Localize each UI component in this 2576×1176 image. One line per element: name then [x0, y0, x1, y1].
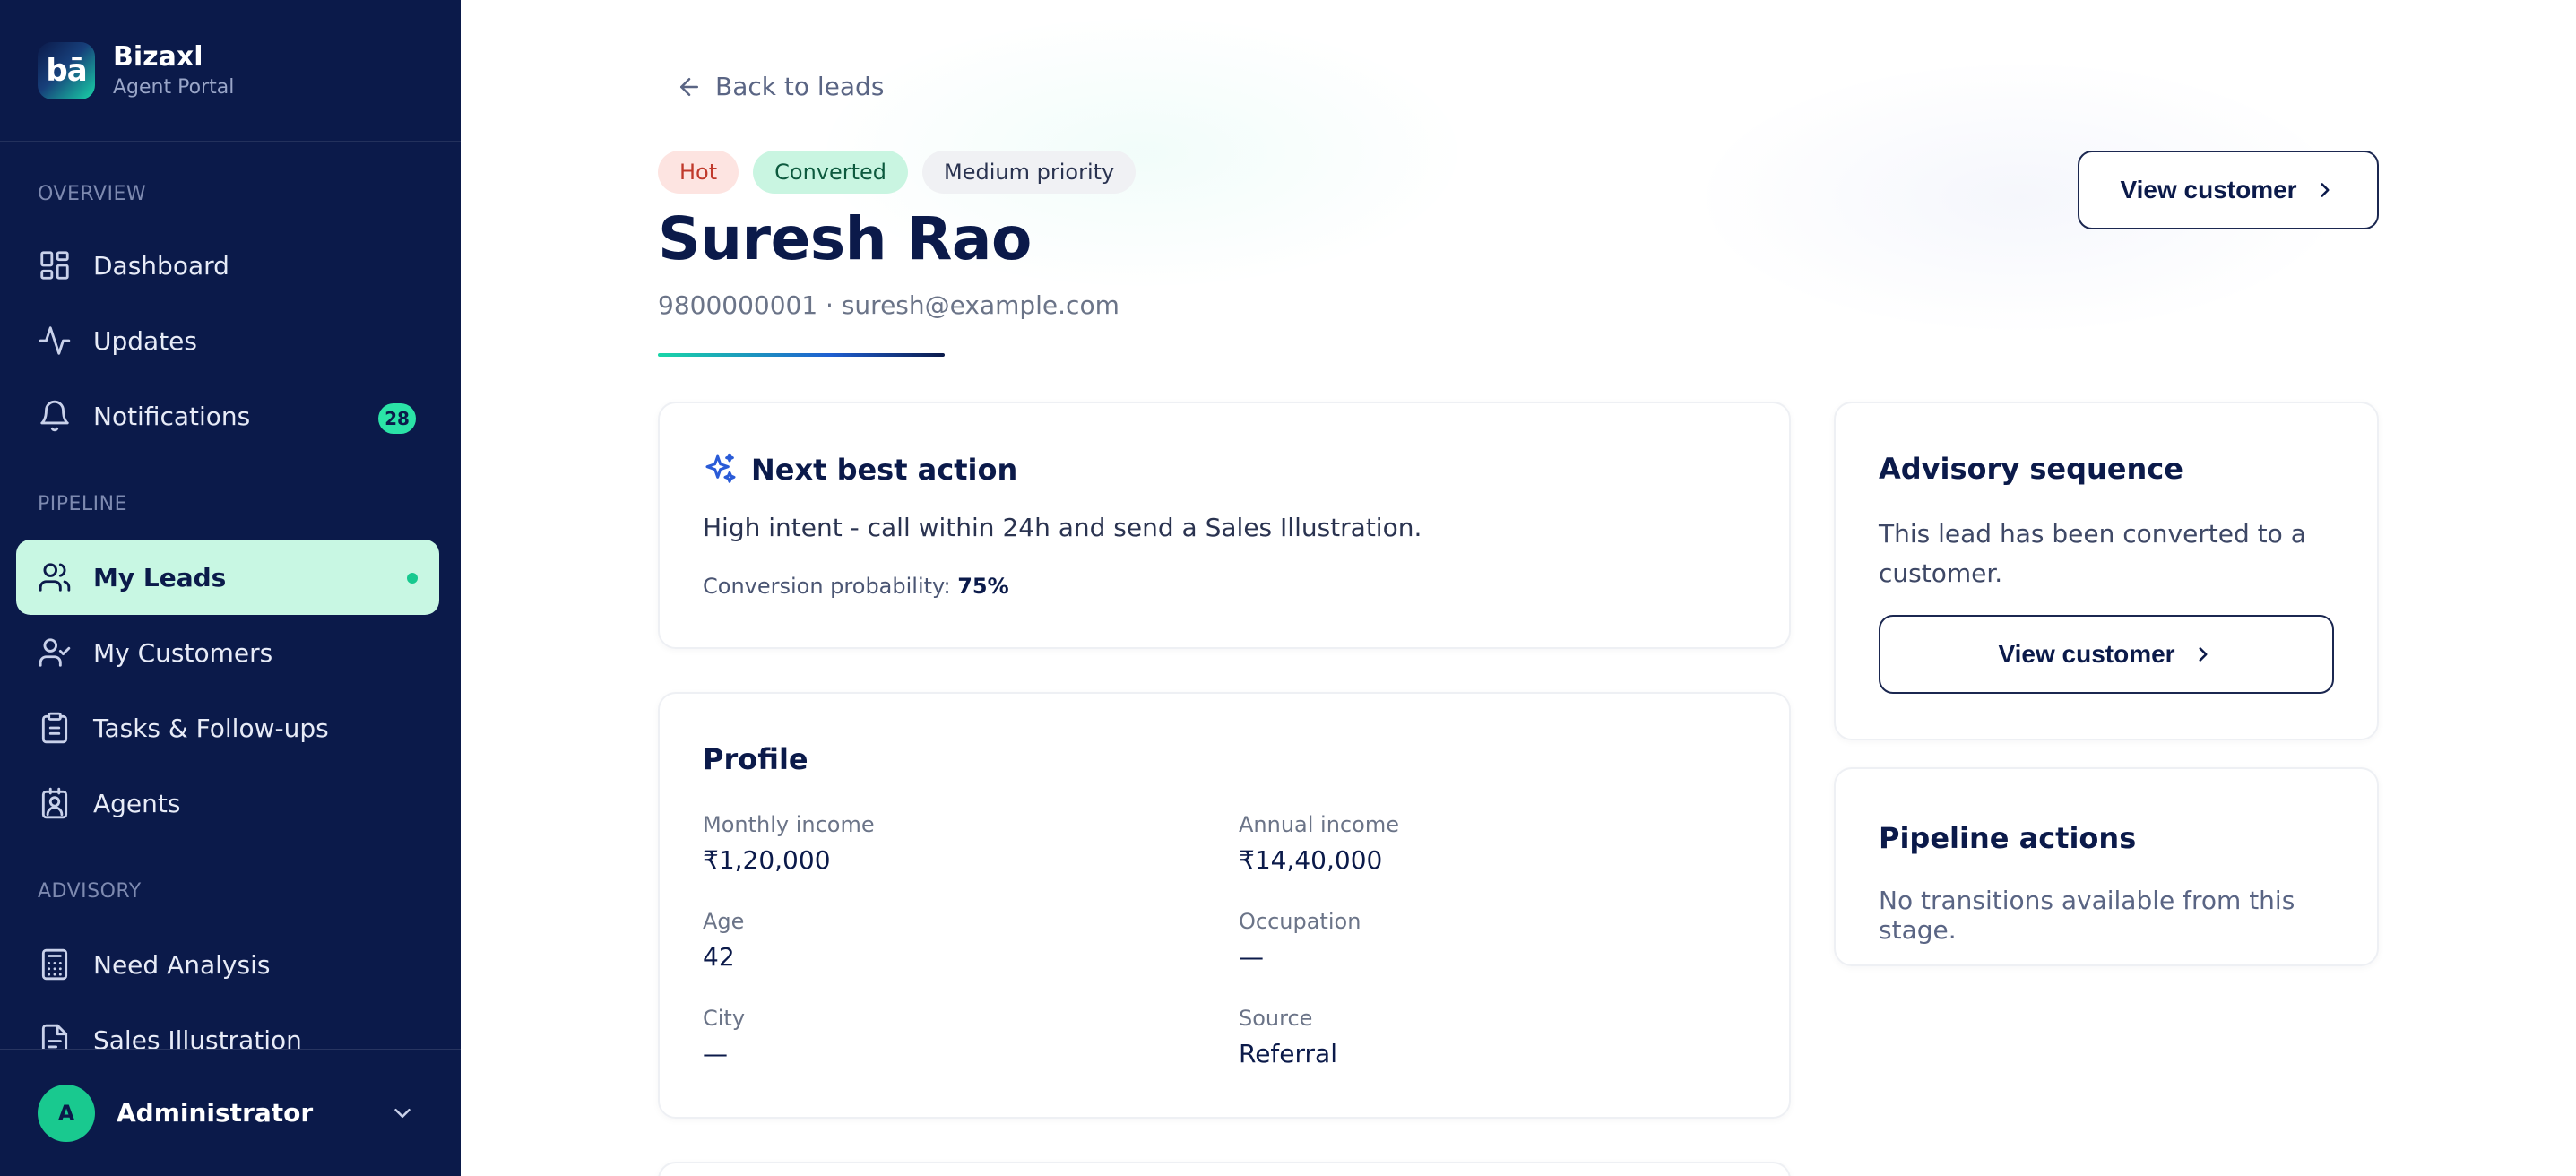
app-root: bā Bizaxl Agent Portal OVERVIEW Dashboar…: [0, 0, 2576, 1176]
brand-subtitle: Agent Portal: [113, 75, 235, 99]
field-label: City: [703, 1006, 746, 1031]
dashboard-icon: [38, 248, 72, 282]
activity-icon: [38, 324, 72, 358]
conversion-probability-value: 75%: [957, 574, 1009, 599]
back-link-label: Back to leads: [715, 72, 885, 101]
next-best-action-title: Next best action: [751, 453, 1018, 487]
priority-pill: Medium priority: [922, 151, 1137, 194]
advisory-sequence-card: Advisory sequence This lead has been con…: [1834, 402, 2379, 740]
profile-card: Profile Monthly income ₹1,20,000 Annual …: [658, 692, 1791, 1119]
badge-icon: [38, 786, 72, 820]
pipeline-actions-text: No transitions available from this stage…: [1879, 886, 2295, 945]
view-customer-label: View customer: [1998, 640, 2175, 668]
sidebar-item-label: Dashboard: [93, 250, 229, 281]
arrow-left-icon: [680, 77, 698, 96]
title-underline: [658, 353, 945, 357]
hot-pill: Hot: [658, 151, 739, 194]
users-icon: [38, 560, 72, 594]
advisory-view-customer-button[interactable]: View customer: [1879, 615, 2334, 694]
profile-field-age: Age 42: [703, 907, 1205, 975]
chevron-down-icon[interactable]: [389, 1100, 416, 1127]
nav-section-advisory: ADVISORY: [38, 880, 142, 903]
clipboard-icon: [38, 711, 72, 745]
field-label: Source: [1239, 1006, 1313, 1031]
sidebar: bā Bizaxl Agent Portal OVERVIEW Dashboar…: [0, 0, 461, 1176]
bell-icon: [38, 399, 72, 433]
chevron-right-icon: [2199, 647, 2208, 662]
profile-field-annual-income: Annual income ₹14,40,000: [1239, 810, 1741, 878]
sidebar-item-label: Agents: [93, 788, 181, 818]
sidebar-item-my-customers[interactable]: My Customers: [16, 615, 439, 690]
profile-title: Profile: [703, 742, 808, 776]
sidebar-item-tasks[interactable]: Tasks & Follow-ups: [16, 690, 439, 765]
sidebar-item-label: Need Analysis: [93, 949, 271, 980]
profile-field-city: City —: [703, 1004, 1205, 1072]
sidebar-item-notifications[interactable]: Notifications 28: [16, 378, 439, 454]
active-indicator-dot: [407, 573, 418, 584]
sidebar-item-label: Tasks & Follow-ups: [93, 713, 329, 743]
conversion-probability-label: Conversion probability:: [703, 574, 951, 599]
profile-field-source: Source Referral: [1239, 1004, 1741, 1072]
sidebar-item-agents[interactable]: Agents: [16, 765, 439, 841]
sidebar-item-dashboard[interactable]: Dashboard: [16, 228, 439, 303]
field-label: Occupation: [1239, 909, 1361, 934]
sidebar-item-updates[interactable]: Updates: [16, 303, 439, 378]
field-value: ₹14,40,000: [1239, 845, 1383, 875]
field-value: —: [703, 1039, 728, 1068]
next-best-action-text: High intent - call within 24h and send a…: [703, 513, 1422, 542]
view-customer-button[interactable]: View customer: [2078, 151, 2379, 229]
brand: bā Bizaxl Agent Portal: [0, 0, 461, 142]
field-label: Annual income: [1239, 812, 1399, 837]
notifications-badge: 28: [378, 403, 416, 434]
view-customer-label: View customer: [2120, 176, 2297, 203]
field-value: —: [1239, 942, 1264, 972]
nav-section-overview: OVERVIEW: [38, 183, 147, 205]
field-value: Referral: [1239, 1039, 1337, 1068]
next-best-action-card: Next best action High intent - call with…: [658, 402, 1791, 649]
user-check-icon: [38, 636, 72, 670]
sidebar-item-my-leads[interactable]: My Leads: [16, 540, 439, 615]
nav-section-pipeline: PIPELINE: [38, 493, 128, 515]
sparkles-icon: [705, 453, 736, 483]
pipeline-actions-title: Pipeline actions: [1879, 821, 2137, 855]
converted-pill: Converted: [753, 151, 909, 194]
field-value: ₹1,20,000: [703, 845, 831, 875]
page-title: Suresh Rao: [658, 204, 1032, 273]
field-label: Monthly income: [703, 812, 875, 837]
main-content: Back to leads Hot Converted Medium prior…: [461, 0, 2576, 1176]
brand-logo: bā: [38, 41, 95, 99]
user-name: Administrator: [117, 1098, 314, 1128]
field-value: 42: [703, 942, 735, 972]
sidebar-item-label: Notifications: [93, 401, 251, 431]
profile-field-monthly-income: Monthly income ₹1,20,000: [703, 810, 1205, 878]
avatar: A: [38, 1084, 95, 1142]
sidebar-item-need-analysis[interactable]: Need Analysis: [16, 927, 439, 1002]
sidebar-item-label: Updates: [93, 325, 197, 356]
conversion-probability: Conversion probability: 75%: [703, 574, 1009, 599]
advisory-sequence-title: Advisory sequence: [1879, 452, 2183, 486]
back-to-leads-link[interactable]: Back to leads: [676, 72, 884, 101]
calculator-icon: [38, 947, 72, 981]
pipeline-actions-card: Pipeline actions No transitions availabl…: [1834, 767, 2379, 966]
additional-card: [658, 1162, 1791, 1176]
sidebar-item-label: My Customers: [93, 637, 273, 668]
profile-field-occupation: Occupation —: [1239, 907, 1741, 975]
lead-status-pills: Hot Converted Medium priority: [658, 151, 1150, 194]
sidebar-item-label: My Leads: [93, 562, 227, 592]
user-menu[interactable]: A Administrator: [0, 1049, 461, 1176]
lead-contact: 9800000001 · suresh@example.com: [658, 290, 1119, 320]
advisory-sequence-text: This lead has been converted to a custom…: [1879, 519, 2306, 588]
chevron-right-icon: [2321, 183, 2330, 197]
field-label: Age: [703, 909, 745, 934]
brand-name: Bizaxl: [113, 40, 203, 73]
